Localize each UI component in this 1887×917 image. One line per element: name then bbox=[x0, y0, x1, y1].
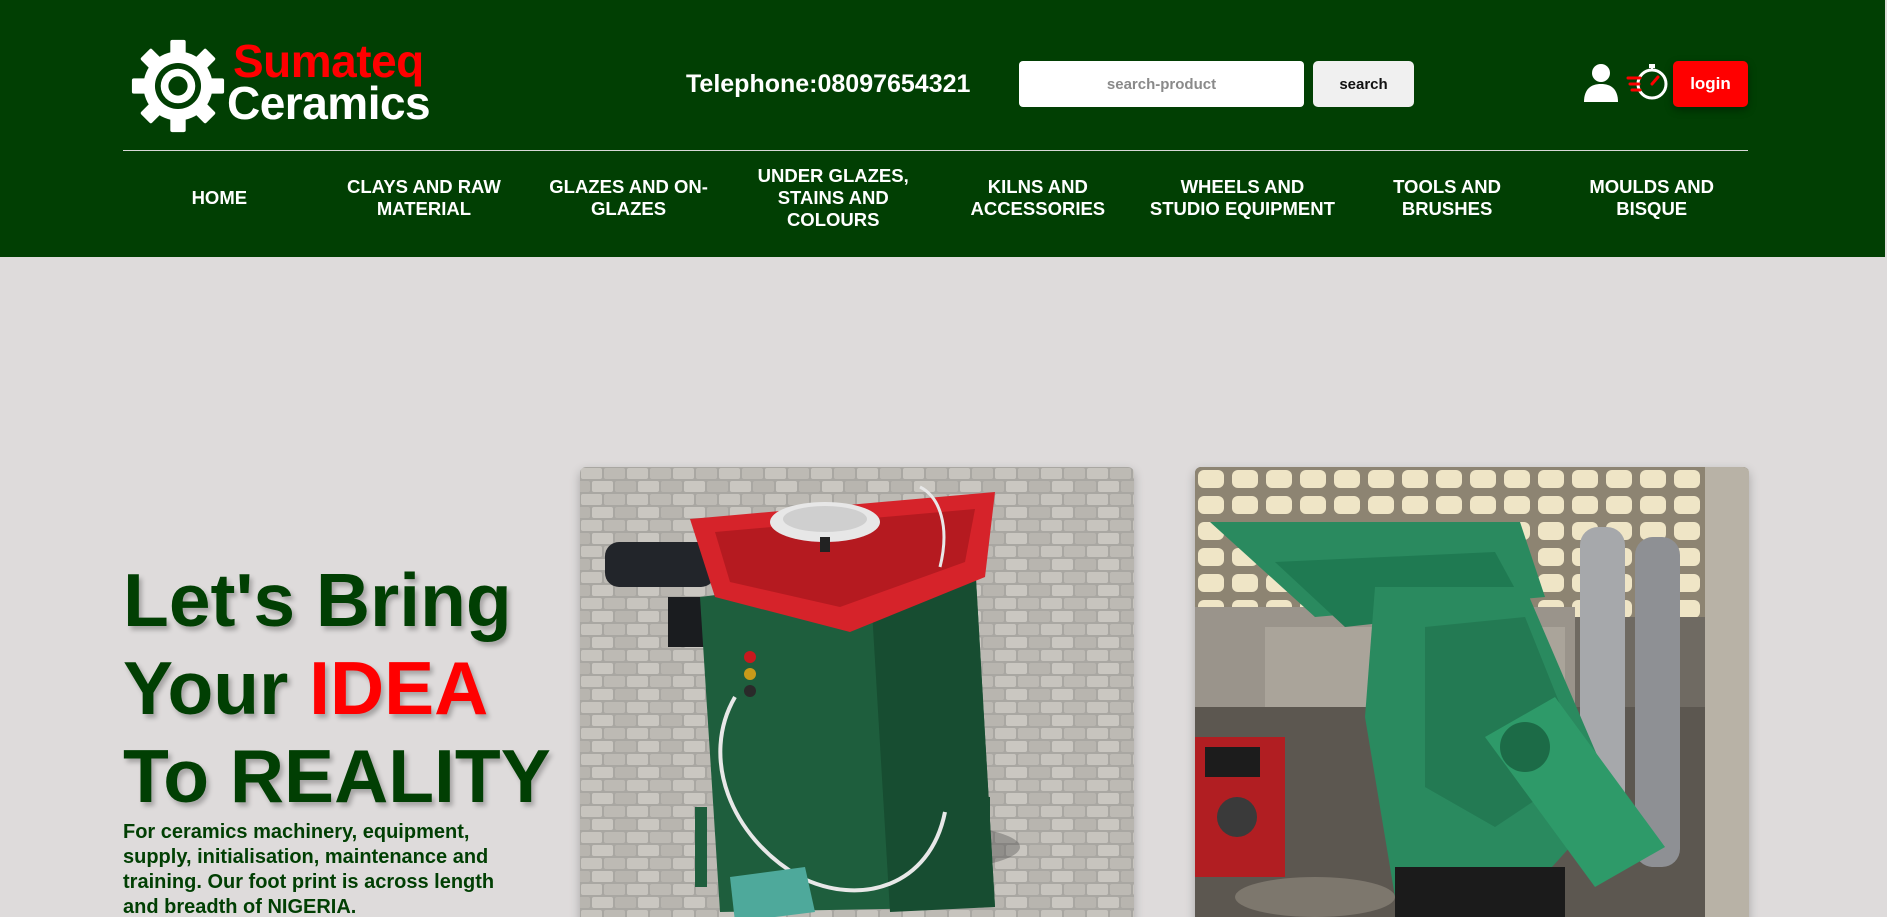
nav-item-home[interactable]: HOME bbox=[117, 187, 322, 209]
brand-name-line2: Ceramics bbox=[227, 77, 431, 129]
hero-title-line3: To REALITY bbox=[123, 734, 551, 818]
main-nav: HOME CLAYS AND RAW MATERIAL GLAZES AND O… bbox=[117, 165, 1754, 230]
hero-title: Let's Bring Your IDEA To REALITY bbox=[123, 556, 551, 820]
hero-title-accent: IDEA bbox=[309, 646, 489, 730]
crusher-machine-image bbox=[1195, 467, 1749, 917]
gear-icon bbox=[131, 39, 225, 133]
search-input[interactable] bbox=[1019, 61, 1304, 107]
pottery-wheel-image bbox=[580, 467, 1134, 917]
stopwatch-icon[interactable] bbox=[1626, 62, 1670, 102]
nav-item-glazes[interactable]: GLAZES AND ON-GLAZES bbox=[526, 176, 731, 220]
phone-number: Telephone:08097654321 bbox=[686, 70, 971, 98]
search-button[interactable]: search bbox=[1313, 61, 1414, 107]
hero-title-line2-prefix: Your bbox=[123, 646, 310, 730]
brand-logo[interactable]: Sumateq Ceramics bbox=[130, 36, 431, 136]
nav-item-tools[interactable]: TOOLS AND BRUSHES bbox=[1345, 176, 1550, 220]
hero-title-line1: Let's Bring bbox=[123, 558, 512, 642]
hero-description: For ceramics machinery, equipment, suppl… bbox=[123, 821, 495, 917]
nav-item-wheels[interactable]: WHEELS AND STUDIO EQUIPMENT bbox=[1140, 176, 1345, 220]
nav-item-moulds[interactable]: MOULDS AND BISQUE bbox=[1549, 176, 1754, 220]
nav-item-under-glazes[interactable]: UNDER GLAZES, STAINS AND COLOURS bbox=[731, 165, 936, 231]
nav-item-clays[interactable]: CLAYS AND RAW MATERIAL bbox=[322, 176, 527, 220]
login-button[interactable]: login bbox=[1673, 61, 1748, 107]
header-divider bbox=[123, 150, 1748, 151]
user-icon[interactable] bbox=[1582, 62, 1620, 102]
site-header: Sumateq Ceramics Telephone:08097654321 s… bbox=[0, 0, 1885, 257]
nav-item-kilns[interactable]: KILNS AND ACCESSORIES bbox=[936, 176, 1141, 220]
